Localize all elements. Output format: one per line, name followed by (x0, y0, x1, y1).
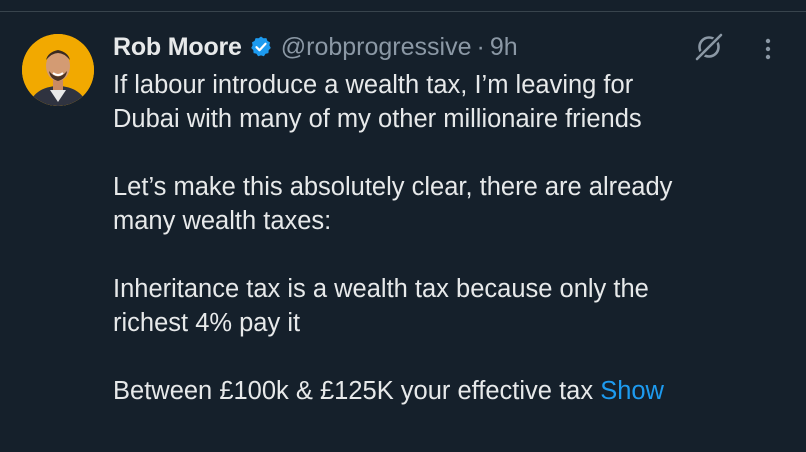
author-handle[interactable]: @robprogressive (281, 33, 472, 62)
show-more-link[interactable]: Show (600, 377, 664, 405)
tweet-paragraph: Let’s make this absolutely clear, there … (113, 170, 793, 238)
author-name[interactable]: Rob Moore (113, 33, 242, 62)
separator-dot: · (476, 32, 485, 61)
tweet-line: Inheritance tax is a wealth tax because … (113, 275, 649, 303)
tweet-line: many wealth taxes: (113, 207, 332, 235)
tweet-line: If labour introduce a wealth tax, I’m le… (113, 71, 634, 99)
more-icon[interactable] (758, 34, 778, 64)
tweet-paragraph: If labour introduce a wealth tax, I’m le… (113, 68, 793, 136)
tweet-line-text: Between £100k & £125K your effective tax (113, 377, 594, 405)
verified-badge-icon (250, 36, 271, 57)
tweet-paragraph: Between £100k & £125K your effective tax… (113, 374, 793, 408)
tweet-line: Dubai with many of my other millionaire … (113, 105, 642, 133)
top-divider (0, 0, 806, 12)
grok-icon[interactable] (694, 32, 724, 62)
avatar-photo (22, 34, 94, 106)
timestamp[interactable]: 9h (490, 33, 518, 62)
tweet-header: Rob Moore @robprogressive · 9h (113, 30, 518, 64)
tweet-text: If labour introduce a wealth tax, I’m le… (113, 68, 793, 442)
tweet-paragraph: Inheritance tax is a wealth tax because … (113, 272, 793, 340)
tweet-line-last: Between £100k & £125K your effective tax… (113, 374, 793, 408)
tweet-line: richest 4% pay it (113, 309, 301, 337)
tweet[interactable]: Rob Moore @robprogressive · 9h If labour… (0, 12, 806, 452)
avatar[interactable] (22, 34, 94, 106)
tweet-line: Let’s make this absolutely clear, there … (113, 173, 673, 201)
